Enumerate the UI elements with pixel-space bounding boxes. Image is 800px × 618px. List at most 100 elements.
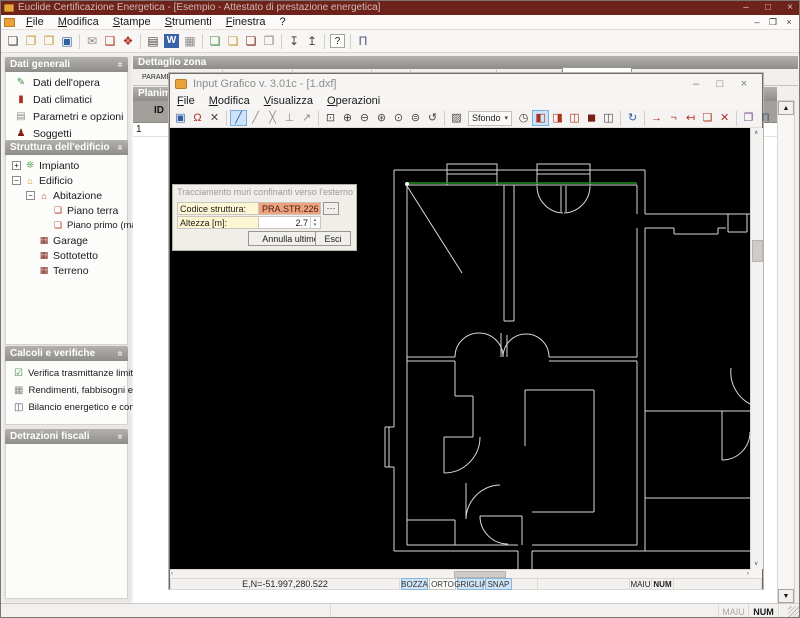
- scroll-down-button[interactable]: ▼: [778, 589, 794, 603]
- new-icon[interactable]: ❏: [4, 33, 22, 50]
- zoom-out-icon[interactable]: ⊖: [356, 110, 373, 126]
- zoom-in-icon[interactable]: ⊕: [339, 110, 356, 126]
- tree-item-garage[interactable]: ▦ Garage: [6, 233, 127, 248]
- codice-struttura-field[interactable]: PRA.STR.226: [259, 202, 321, 215]
- html-export-icon[interactable]: ▦: [181, 33, 199, 50]
- ig-vertical-scrollbar[interactable]: ∧ ∨: [750, 128, 763, 569]
- export-icon[interactable]: ↥: [303, 33, 321, 50]
- expander-icon[interactable]: +: [12, 161, 21, 170]
- ig-horizontal-scrollbar[interactable]: ‹ ›: [170, 569, 750, 578]
- menu-stampe[interactable]: Stampe: [106, 15, 158, 30]
- tree-item-sottotetto[interactable]: ▦ Sottotetto: [6, 248, 127, 263]
- exit-column-icon[interactable]: Π: [354, 33, 372, 50]
- ig-menu-visualizza[interactable]: Visualizza: [257, 94, 320, 109]
- zoom-extents-icon[interactable]: ⊛: [373, 110, 390, 126]
- pick-icon[interactable]: ↗: [298, 110, 315, 126]
- scroll-right-icon[interactable]: ›: [747, 570, 749, 578]
- report-red-icon[interactable]: ❏: [242, 33, 260, 50]
- ig-maximize-button[interactable]: □: [708, 78, 732, 90]
- esci-button[interactable]: Esci: [315, 231, 351, 246]
- grid-vertical-scrollbar[interactable]: ▲ ▼: [777, 100, 795, 604]
- sidebar-item-dati-climatici[interactable]: ▮ Dati climatici: [6, 91, 127, 108]
- sidebar-item-rendimenti[interactable]: ▦ Rendimenti, fabbisogni ed EP: [6, 382, 154, 399]
- certificate-icon[interactable]: ❖: [119, 33, 137, 50]
- clock-icon[interactable]: ◷: [515, 110, 532, 126]
- save-icon[interactable]: ▣: [58, 33, 76, 50]
- scrollbar-thumb[interactable]: [454, 571, 506, 578]
- intersect-icon[interactable]: ╳: [264, 110, 281, 126]
- mdi-child-icon[interactable]: [4, 17, 15, 27]
- report-yellow-icon[interactable]: ❏: [224, 33, 242, 50]
- menu-finestra[interactable]: Finestra: [219, 15, 273, 30]
- menu-modifica[interactable]: Modifica: [51, 15, 106, 30]
- wall-direction-icon[interactable]: →: [648, 110, 665, 126]
- toggle-bozza[interactable]: BOZZA: [401, 578, 428, 590]
- magnet-snap-icon[interactable]: Ω: [189, 110, 206, 126]
- wall-end-icon[interactable]: ↤: [682, 110, 699, 126]
- altezza-field[interactable]: 2.7 ▴ ▾: [259, 216, 321, 229]
- word-export-icon[interactable]: W: [164, 34, 179, 48]
- sidebar-item-verifica-trasmittanze[interactable]: ☑ Verifica trasmittanze limite: [6, 365, 138, 382]
- door-double-icon[interactable]: ◫: [566, 110, 583, 126]
- section-header-detrazioni[interactable]: Detrazioni fiscali »: [5, 429, 128, 444]
- import-icon[interactable]: ↧: [285, 33, 303, 50]
- collapse-up-icon[interactable]: «: [113, 145, 128, 151]
- ig-menu-modifica[interactable]: Modifica: [202, 94, 257, 109]
- delete-node-icon[interactable]: ✕: [206, 110, 223, 126]
- send-icon[interactable]: ✉: [83, 33, 101, 50]
- collapse-up-icon[interactable]: «: [113, 351, 128, 357]
- tree-item-piano-terra[interactable]: ❏ Piano terra: [6, 203, 127, 218]
- tree-item-abitazione[interactable]: − ⌂ Abitazione: [6, 188, 127, 203]
- ig-save-icon[interactable]: ▣: [172, 110, 189, 126]
- line-icon[interactable]: ╱: [247, 110, 264, 126]
- mdi-restore-button[interactable]: ❐: [765, 17, 781, 28]
- draw-wall-icon[interactable]: ╱: [230, 110, 247, 126]
- print-preview-icon[interactable]: ❑: [101, 33, 119, 50]
- perpendicular-icon[interactable]: ⊥: [281, 110, 298, 126]
- copy-reports-icon[interactable]: ❒: [260, 33, 278, 50]
- zoom-selection-icon[interactable]: ⊙: [390, 110, 407, 126]
- tree-item-impianto[interactable]: + ❊ Impianto: [6, 158, 127, 173]
- expander-icon[interactable]: −: [26, 191, 35, 200]
- help-icon[interactable]: ?: [330, 34, 345, 48]
- maximize-button[interactable]: □: [757, 1, 779, 15]
- sidebar-item-parametri[interactable]: ▤ Parametri e opzioni: [6, 108, 127, 125]
- spinner-down-icon[interactable]: ▾: [314, 222, 317, 228]
- scrollbar-thumb[interactable]: [752, 240, 763, 262]
- door-icon[interactable]: ◧: [532, 110, 550, 126]
- menu-strumenti[interactable]: Strumenti: [158, 15, 219, 30]
- scroll-up-icon[interactable]: ∧: [754, 129, 758, 137]
- print-icon[interactable]: ▤: [144, 33, 162, 50]
- close-button[interactable]: ×: [779, 1, 799, 15]
- tree-item-piano-primo[interactable]: ❏ Piano primo (mansarda): [6, 218, 169, 233]
- scroll-up-button[interactable]: ▲: [778, 101, 794, 115]
- eraser-icon[interactable]: ❐: [740, 110, 757, 126]
- delete-wall-icon[interactable]: ✕: [716, 110, 733, 126]
- toggle-orto[interactable]: ORTO: [429, 578, 456, 590]
- column-header-id[interactable]: ID: [133, 101, 169, 123]
- sidebar-item-bilancio[interactable]: ◫ Bilancio energetico e consumi: [6, 399, 155, 416]
- open-icon[interactable]: ❒: [40, 33, 58, 50]
- browse-button[interactable]: ···: [323, 202, 339, 215]
- zoom-previous-icon[interactable]: ⊜: [407, 110, 424, 126]
- minimize-button[interactable]: –: [735, 1, 757, 15]
- sfondo-dropdown[interactable]: Sfondo ▾: [468, 110, 513, 126]
- expand-down-icon[interactable]: »: [113, 434, 128, 440]
- ig-menu-operazioni[interactable]: Operazioni: [320, 94, 387, 109]
- resize-grip[interactable]: [788, 606, 799, 617]
- sidebar-item-dati-opera[interactable]: ✎ Dati dell'opera: [6, 74, 127, 91]
- refresh-icon[interactable]: ↻: [624, 110, 641, 126]
- toggle-griglia[interactable]: GRIGLIA: [454, 578, 487, 590]
- zoom-window-icon[interactable]: ⊡: [322, 110, 339, 126]
- ig-title-bar[interactable]: Input Grafico v. 3.01c - [1.dxf] – □ ×: [170, 74, 762, 94]
- menu-file[interactable]: File: [19, 15, 51, 30]
- ig-close-button[interactable]: ×: [732, 78, 756, 90]
- menu-help[interactable]: ?: [273, 15, 293, 30]
- section-header-calcoli[interactable]: Calcoli e verifiche «: [5, 346, 128, 361]
- cad-canvas[interactable]: Tracciamento muri confinanti verso l'est…: [170, 128, 750, 569]
- mdi-close-button[interactable]: ×: [781, 17, 797, 28]
- expander-icon[interactable]: −: [12, 176, 21, 185]
- ig-menu-file[interactable]: File: [170, 94, 202, 109]
- ig-minimize-button[interactable]: –: [684, 78, 708, 90]
- sheet-icon[interactable]: ❏: [699, 110, 716, 126]
